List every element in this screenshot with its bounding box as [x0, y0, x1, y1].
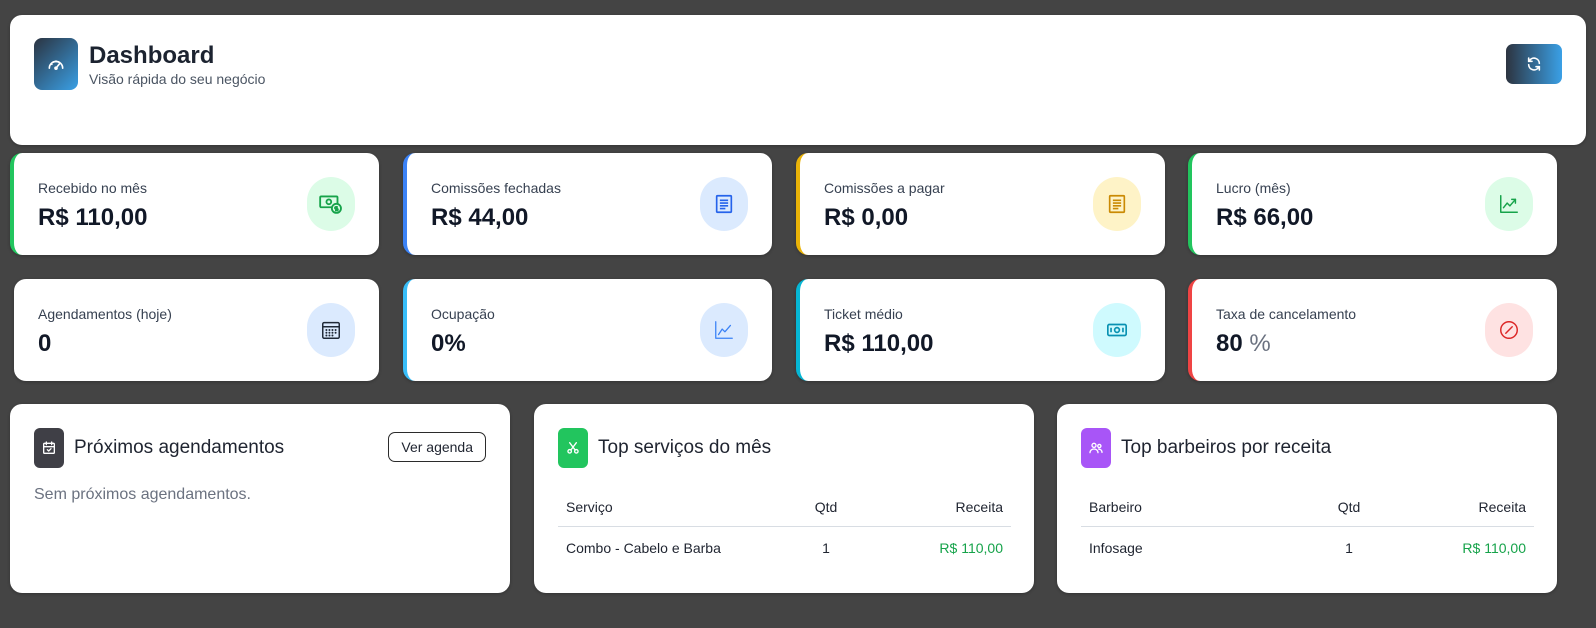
kpi-value: R$ 110,00 — [38, 204, 148, 231]
trend-up-icon — [1485, 177, 1533, 231]
barber-revenue: R$ 110,00 — [1462, 540, 1526, 557]
panel-header: Próximos agendamentos — [34, 428, 284, 468]
gauge-icon — [34, 38, 78, 90]
column-header-service: Serviço — [558, 488, 771, 527]
kpi-card-received: Recebido no mês R$ 110,00 — [10, 153, 379, 255]
column-header-qty: Qtd — [1294, 488, 1404, 527]
receipt-icon — [700, 177, 748, 231]
kpi-label: Comissões fechadas — [431, 180, 561, 196]
calendar-icon — [307, 303, 355, 357]
page-subtitle: Visão rápida do seu negócio — [89, 71, 266, 87]
service-qty: 1 — [822, 540, 830, 557]
panel-title: Top barbeiros por receita — [1121, 437, 1332, 458]
panel-title: Próximos agendamentos — [74, 437, 285, 458]
dashboard-header: Dashboard Visão rápida do seu negócio — [10, 15, 1586, 145]
kpi-label: Recebido no mês — [38, 180, 147, 196]
barber-name: Infosage — [1089, 540, 1143, 557]
users-icon — [1081, 428, 1111, 468]
view-schedule-button[interactable]: Ver agenda — [388, 432, 486, 462]
kpi-value: R$ 66,00 — [1216, 204, 1314, 231]
cash-icon — [307, 177, 355, 231]
kpi-value: R$ 0,00 — [824, 204, 909, 231]
kpi-card-occupancy: Ocupação 0% — [403, 279, 772, 381]
kpi-label: Agendamentos (hoje) — [38, 306, 172, 322]
upcoming-appointments-panel: Próximos agendamentos Ver agenda Sem pró… — [10, 404, 510, 593]
column-header-qty: Qtd — [771, 488, 881, 527]
cancel-icon — [1485, 303, 1533, 357]
kpi-label: Ocupação — [431, 306, 495, 322]
top-services-panel: Top serviços do mês Serviço Qtd Receita … — [534, 404, 1034, 593]
table-row: Combo - Cabelo e Barba 1 R$ 110,00 — [558, 526, 1011, 570]
panel-title: Top serviços do mês — [598, 437, 772, 458]
scissors-icon — [558, 428, 588, 468]
kpi-label: Taxa de cancelamento — [1216, 306, 1357, 322]
table-header-row: Serviço Qtd Receita — [558, 488, 1011, 527]
column-header-barber: Barbeiro — [1081, 488, 1294, 527]
kpi-label: Ticket médio — [824, 306, 903, 322]
top-barbers-table: Barbeiro Qtd Receita Infosage 1 R$ 110,0… — [1081, 488, 1534, 570]
kpi-value: 0 — [38, 330, 52, 357]
table-row: Infosage 1 R$ 110,00 — [1081, 526, 1534, 570]
top-barbers-panel: Top barbeiros por receita Barbeiro Qtd R… — [1057, 404, 1557, 593]
line-chart-icon — [700, 303, 748, 357]
kpi-label: Comissões a pagar — [824, 180, 945, 196]
kpi-card-average-ticket: Ticket médio R$ 110,00 — [796, 279, 1165, 381]
refresh-icon — [1527, 57, 1541, 71]
refresh-button[interactable] — [1506, 44, 1562, 84]
kpi-label: Lucro (mês) — [1216, 180, 1291, 196]
panel-header: Top serviços do mês — [558, 428, 771, 468]
kpi-card-profit: Lucro (mês) R$ 66,00 — [1188, 153, 1557, 255]
kpi-card-commissions-closed: Comissões fechadas R$ 44,00 — [403, 153, 772, 255]
receipt-icon — [1093, 177, 1141, 231]
service-name: Combo - Cabelo e Barba — [566, 540, 721, 557]
page-title: Dashboard — [89, 42, 215, 69]
table-header-row: Barbeiro Qtd Receita — [1081, 488, 1534, 527]
kpi-value: 0% — [431, 330, 466, 357]
column-header-revenue: Receita — [881, 488, 1011, 527]
kpi-value: R$ 44,00 — [431, 204, 529, 231]
money-bill-icon — [1093, 303, 1141, 357]
kpi-card-cancellation-rate: Taxa de cancelamento 80 % — [1188, 279, 1557, 381]
barber-qty: 1 — [1345, 540, 1353, 557]
panel-header: Top barbeiros por receita — [1081, 428, 1331, 468]
kpi-value: R$ 110,00 — [824, 330, 934, 357]
column-header-revenue: Receita — [1404, 488, 1534, 527]
kpi-card-appointments-today: Agendamentos (hoje) 0 — [14, 279, 379, 381]
kpi-card-commissions-to-pay: Comissões a pagar R$ 0,00 — [796, 153, 1165, 255]
empty-state-text: Sem próximos agendamentos. — [34, 486, 251, 503]
service-revenue: R$ 110,00 — [939, 540, 1003, 557]
calendar-check-icon — [34, 428, 64, 468]
kpi-value: 80 % — [1216, 330, 1271, 357]
top-services-table: Serviço Qtd Receita Combo - Cabelo e Bar… — [558, 488, 1011, 570]
